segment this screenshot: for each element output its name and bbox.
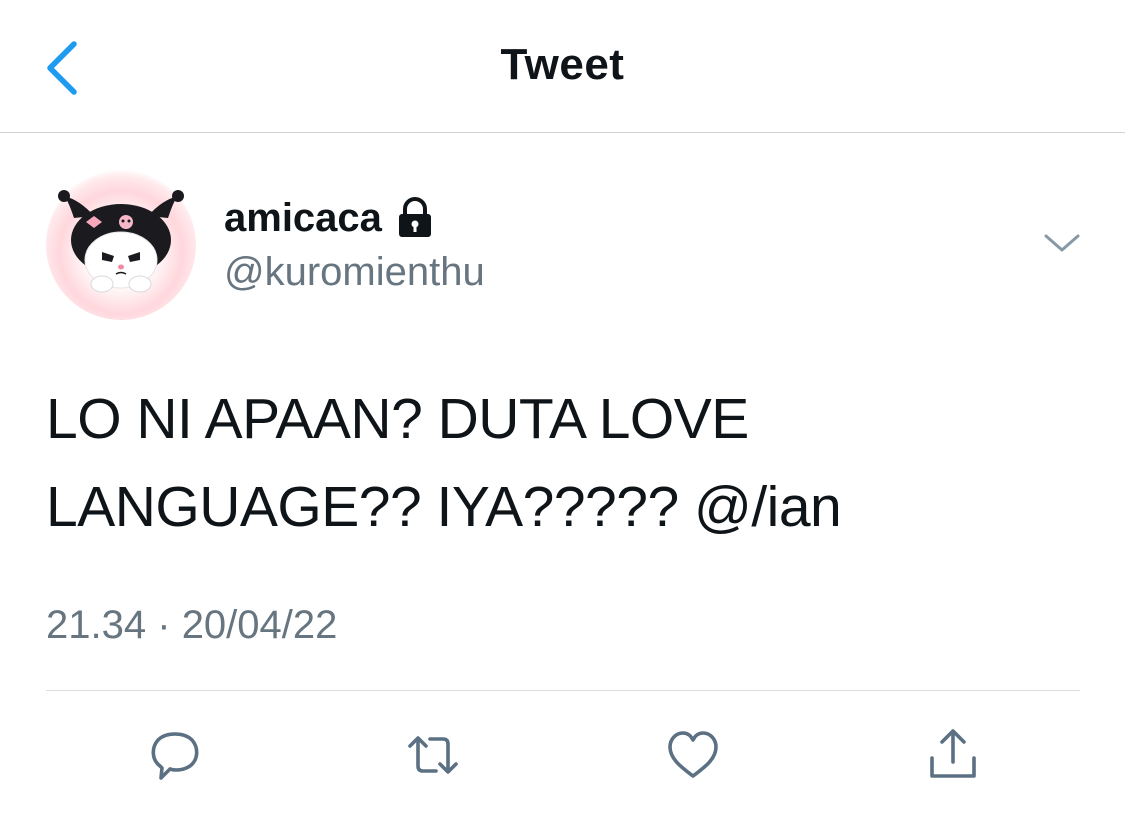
tweet-text-line: LANGUAGE?? IYA????? @/ian	[46, 475, 842, 539]
like-button[interactable]	[658, 720, 728, 790]
avatar[interactable]	[46, 170, 196, 320]
kuromi-avatar-image	[58, 190, 184, 293]
meta-separator: ·	[157, 603, 171, 647]
share-icon	[930, 729, 976, 778]
lock-icon	[398, 197, 431, 237]
tweet-text-line: LO NI APAAN? DUTA LOVE	[46, 387, 749, 451]
user-handle[interactable]: @kuromienthu	[224, 250, 485, 295]
user-name-row[interactable]: amicaca	[224, 193, 434, 243]
navigation-bar: Tweet	[0, 0, 1125, 133]
divider	[46, 690, 1080, 691]
tweet-actions	[0, 720, 1125, 790]
heart-icon	[668, 731, 718, 778]
share-button[interactable]	[918, 720, 988, 790]
reply-icon	[151, 732, 199, 780]
tweet-time: 21.34	[46, 603, 147, 647]
page-title: Tweet	[500, 40, 625, 89]
tweet-text: LO NI APAAN? DUTA LOVE LANGUAGE?? IYA???…	[46, 375, 1086, 551]
tweet-menu-button[interactable]	[1040, 228, 1084, 258]
reply-button[interactable]	[140, 720, 210, 790]
chevron-down-icon	[1044, 234, 1080, 252]
tweet-timestamp: 21.34 · 20/04/22	[46, 603, 337, 648]
retweet-button[interactable]	[398, 720, 468, 790]
display-name[interactable]: amicaca	[224, 196, 382, 241]
retweet-icon	[408, 736, 458, 774]
tweet-date: 20/04/22	[181, 603, 338, 647]
